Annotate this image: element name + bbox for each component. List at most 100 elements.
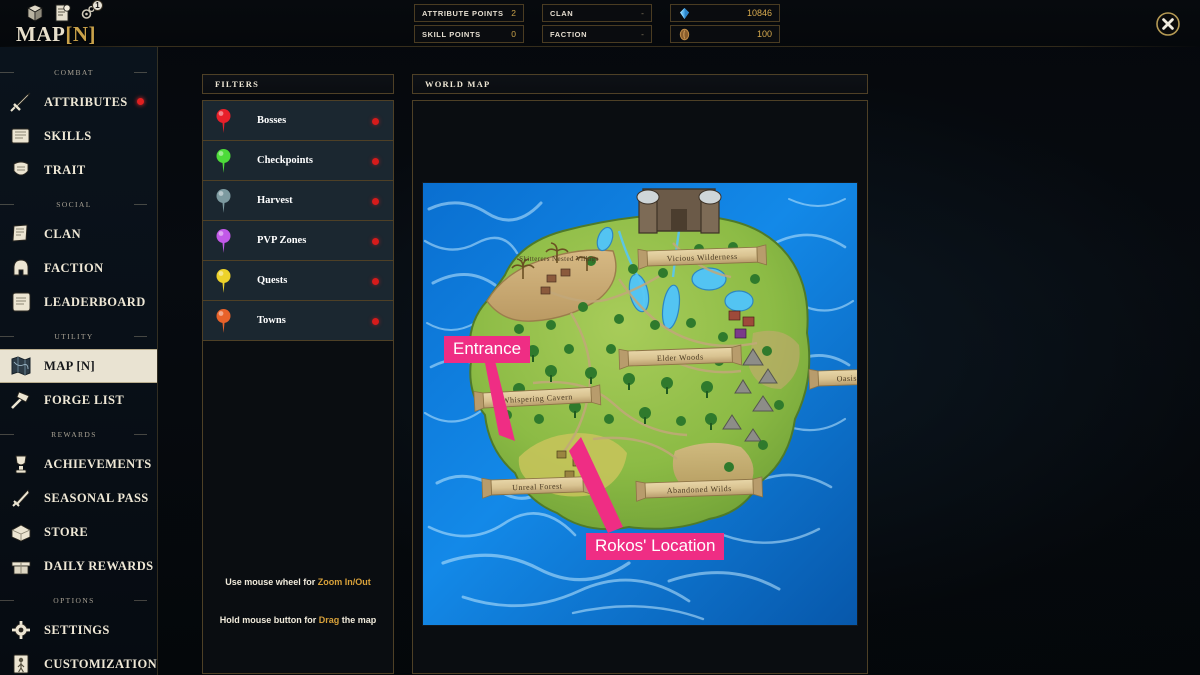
filter-row-bosses[interactable]: Bosses [203, 101, 393, 141]
filters-header-label: FILTERS [215, 79, 259, 89]
map-icon [8, 354, 34, 378]
filter-toggle-indicator[interactable] [372, 318, 379, 325]
filter-label: Harvest [257, 195, 293, 206]
divider [134, 335, 147, 337]
sidebar-item-achievements[interactable]: ACHIEVEMENTS [0, 447, 157, 481]
sidebar-section-title: OPTIONS [53, 595, 95, 605]
map-pin-icon [203, 228, 243, 254]
gear-icon [8, 618, 34, 642]
filter-row-checkpoints[interactable]: Checkpoints [203, 141, 393, 181]
sidebar-section-header: SOCIAL [0, 193, 157, 215]
dagger-icon [8, 486, 34, 510]
page-title-hotkey: [N] [65, 22, 96, 46]
filter-toggle-indicator[interactable] [372, 198, 379, 205]
map-pin-icon [203, 108, 243, 134]
sidebar-item-label: SETTINGS [44, 622, 110, 637]
stats-group: ATTRIBUTE POINTS 2 SKILL POINTS 0 CLAN -… [414, 4, 780, 43]
points-column: ATTRIBUTE POINTS 2 SKILL POINTS 0 [414, 4, 524, 43]
helmet-icon [8, 256, 34, 280]
stat-label: ATTRIBUTE POINTS [422, 8, 504, 18]
sidebar-item-store[interactable]: STORE [0, 515, 157, 549]
sidebar-item-clan[interactable]: CLAN [0, 217, 157, 251]
filters-spacer [203, 341, 393, 577]
stat-attribute-points: ATTRIBUTE POINTS 2 [414, 4, 524, 22]
hammer-icon [8, 388, 34, 412]
annotation-entrance: Entrance [444, 336, 531, 363]
divider [0, 71, 14, 73]
hint-prefix: Use mouse wheel for [225, 577, 318, 587]
sidebar-item-label: ACHIEVEMENTS [44, 456, 152, 471]
filter-label: Checkpoints [257, 155, 314, 166]
stat-value: - [641, 8, 644, 18]
close-icon[interactable] [1155, 11, 1181, 37]
sidebar-section-title: REWARDS [51, 429, 97, 439]
sidebar-nav: COMBAT ATTRIBUTES SKILLS TRAIT SOCIAL CLAN FAC… [0, 47, 158, 675]
sidebar-item-daily-rewards[interactable]: DAILY REWARDS [0, 549, 157, 583]
filter-label: PVP Zones [257, 235, 307, 246]
sidebar-item-label: FORGE LIST [44, 392, 125, 407]
divider [134, 433, 147, 435]
world-map-header: WORLD MAP [412, 74, 868, 94]
book-icon [8, 124, 34, 148]
filter-row-quests[interactable]: Quests [203, 261, 393, 301]
sidebar-item-faction[interactable]: FACTION [0, 251, 157, 285]
quest-log-icon[interactable] [52, 3, 72, 23]
sidebar-item-seasonal-pass[interactable]: SEASONAL PASS [0, 481, 157, 515]
stat-skill-points: SKILL POINTS 0 [414, 25, 524, 43]
filter-toggle-indicator[interactable] [372, 158, 379, 165]
divider [134, 599, 147, 601]
top-bar: 1 MAP[N] ATTRIBUTE POINTS 2 SKILL POINTS… [0, 0, 1200, 47]
armor-icon [8, 158, 34, 182]
sidebar-item-customization[interactable]: CUSTOMIZATION [0, 647, 157, 675]
banner-icon [8, 222, 34, 246]
filter-toggle-indicator[interactable] [372, 278, 379, 285]
settings-gear-icon[interactable]: 1 [78, 0, 103, 23]
sidebar-item-label: DAILY REWARDS [44, 558, 154, 573]
filter-row-towns[interactable]: Towns [203, 301, 393, 341]
character-icon [8, 652, 34, 675]
sidebar-item-label: STORE [44, 524, 89, 539]
sidebar-item-attributes[interactable]: ATTRIBUTES [0, 85, 157, 119]
sidebar-item-leaderboard[interactable]: LEADERBOARD [0, 285, 157, 319]
currency-value: 100 [756, 29, 772, 39]
stat-faction[interactable]: FACTION - [542, 25, 652, 43]
currency-gem: 10846 [670, 4, 780, 22]
map-frame: Skitterers Nested Village Vicious Wildern… [417, 104, 863, 670]
hint-accent: Drag [318, 615, 340, 625]
filter-toggle-indicator[interactable] [372, 118, 379, 125]
currency-coin: 100 [670, 25, 780, 43]
divider [0, 203, 14, 205]
stat-value: - [641, 29, 644, 39]
filter-row-pvp-zones[interactable]: PVP Zones [203, 221, 393, 261]
map-viewport[interactable]: Skitterers Nested Village Vicious Wildern… [422, 182, 858, 626]
alert-badge [137, 98, 144, 105]
map-pin-icon [203, 308, 243, 334]
gift-icon [8, 554, 34, 578]
annotation-arrows [485, 361, 623, 533]
sidebar-item-trait[interactable]: TRAIT [0, 153, 157, 187]
filter-row-harvest[interactable]: Harvest [203, 181, 393, 221]
trophy-icon [8, 452, 34, 476]
world-map-panel: WORLD MAP Skitterers Nested Village Vici… [412, 74, 868, 674]
map-canvas[interactable]: Skitterers Nested Village Vicious Wildern… [423, 183, 857, 625]
sidebar-item-settings[interactable]: SETTINGS [0, 613, 157, 647]
divider [134, 203, 147, 205]
sidebar-item-skills[interactable]: SKILLS [0, 119, 157, 153]
scroll-icon [8, 290, 34, 314]
sidebar-item-map-n[interactable]: MAP [N] [0, 349, 157, 383]
divider [0, 599, 14, 601]
filter-toggle-indicator[interactable] [372, 238, 379, 245]
hint-prefix: Hold mouse button for [219, 615, 319, 625]
coin-icon [678, 28, 691, 41]
inventory-icon[interactable] [24, 3, 46, 23]
gem-icon [678, 7, 691, 20]
stat-label: FACTION [550, 29, 588, 39]
sidebar-section-title: COMBAT [54, 67, 94, 77]
divider [0, 433, 14, 435]
sidebar-item-forge-list[interactable]: FORGE LIST [0, 383, 157, 417]
stat-clan[interactable]: CLAN - [542, 4, 652, 22]
filter-label: Bosses [257, 115, 287, 126]
sidebar-section-title: SOCIAL [56, 199, 92, 209]
sidebar-item-label: CLAN [44, 226, 82, 241]
chest-icon [8, 520, 34, 544]
